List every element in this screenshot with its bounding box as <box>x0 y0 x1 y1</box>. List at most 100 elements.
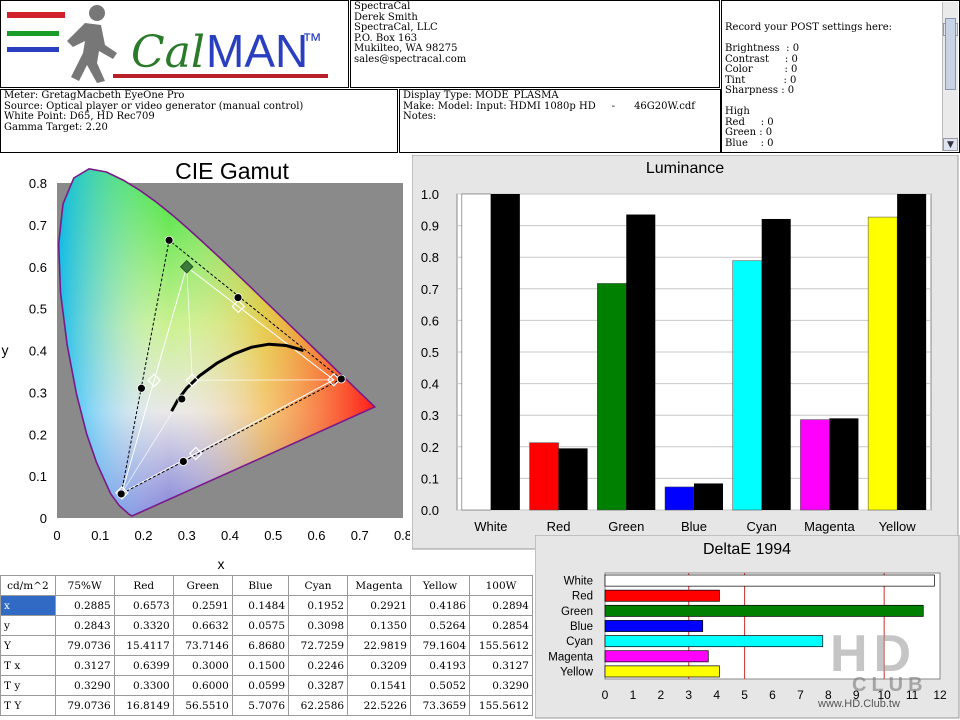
cie-measured-marker-red <box>336 374 346 384</box>
cie-x-tick-label: 0.7 <box>351 528 369 543</box>
table-cell[interactable]: 6.8680 <box>231 635 290 656</box>
cie-x-tick-label: 0.8 <box>394 528 410 543</box>
luminance-y-tick-label: 1.0 <box>421 187 439 202</box>
luminance-y-tick-label: 0.6 <box>421 313 439 328</box>
cie-measured-marker-cyan <box>137 383 146 393</box>
table-row: T Y 79.0736 16.8149 56.5510 5.7076 62.2586 22.… <box>0 695 533 716</box>
post-setting-line: Sharpness : 0 <box>725 85 795 96</box>
post-setting-line: Brightness : 0 <box>725 43 800 54</box>
table-cell[interactable]: 155.5612 <box>469 695 533 716</box>
cie-measured-marker-yellow <box>233 293 243 302</box>
table-cell[interactable]: 22.9819 <box>347 635 411 656</box>
deltae-x-tick-label: 5 <box>741 688 748 702</box>
table-cell[interactable]: 0.2246 <box>288 655 349 676</box>
table-cell[interactable]: 0.1484 <box>231 595 290 616</box>
logo-tm-text: ™ <box>302 30 322 52</box>
table-cell[interactable]: 0.3127 <box>469 655 533 676</box>
calman-logo: Cal MAN ™ <box>7 5 328 83</box>
table-cell[interactable]: 72.7259 <box>288 635 349 656</box>
table-cell[interactable]: 16.8149 <box>113 695 174 716</box>
table-cell[interactable]: 0.1952 <box>288 595 349 616</box>
table-cell[interactable]: T x <box>0 655 56 676</box>
cie-measured-marker-green <box>164 235 174 245</box>
table-row: x 0.2885 0.6573 0.2591 0.1484 0.1952 0.2921 0.4… <box>0 595 533 616</box>
deltae-x-tick-label: 3 <box>685 688 692 702</box>
table-cell[interactable]: 0.4193 <box>409 655 471 676</box>
table-cell[interactable]: 0.6000 <box>172 675 233 696</box>
table-header-cell: cd/m^2 <box>0 575 56 596</box>
table-header-cell: 100W <box>469 575 533 596</box>
table-cell[interactable]: 0.2885 <box>54 595 115 616</box>
deltae-y-tick-label: White <box>564 576 593 588</box>
table-cell[interactable]: 0.0599 <box>231 675 290 696</box>
deltae-title: DeltaE 1994 <box>703 541 791 558</box>
table-cell[interactable]: 0.1541 <box>347 675 411 696</box>
deltae-y-tick-label: Green <box>561 606 593 618</box>
table-cell[interactable]: 0.3098 <box>288 615 349 636</box>
luminance-y-tick-label: 0.8 <box>421 250 439 265</box>
deltae-y-tick-label: Red <box>572 591 593 603</box>
table-cell[interactable]: 0.3000 <box>172 655 233 676</box>
table-cell[interactable]: 0.6573 <box>113 595 174 616</box>
deltae-x-tick-label: 12 <box>933 688 947 702</box>
display-info: Display Type: MODE_PLASMA Make: Model: In… <box>399 89 721 153</box>
table-cell[interactable]: 0.3287 <box>288 675 349 696</box>
table-cell[interactable]: 0.6632 <box>172 615 233 636</box>
table-cell[interactable]: 0.2894 <box>469 595 533 616</box>
luminance-bar-measured-blue <box>664 486 695 511</box>
table-cell[interactable]: 0.3209 <box>347 655 411 676</box>
luminance-bar-reference-white <box>490 194 520 510</box>
deltae-y-tick-label: Magenta <box>548 651 593 663</box>
cie-y-tick-label: 0.4 <box>29 344 47 359</box>
post-setting-line: High <box>725 106 750 117</box>
deltae-x-tick-label: 2 <box>657 688 664 702</box>
table-cell[interactable]: 0.2854 <box>469 615 533 636</box>
table-cell[interactable]: 62.2586 <box>288 695 349 716</box>
luminance-bar-measured-red <box>529 442 559 511</box>
scroll-thumb[interactable] <box>945 18 956 90</box>
table-cell[interactable]: 0.4186 <box>409 595 471 616</box>
table-cell[interactable]: 0.5264 <box>409 615 471 636</box>
display-line: Display Type: MODE_PLASMA <box>403 90 559 101</box>
table-cell[interactable]: 0.2921 <box>347 595 411 616</box>
table-cell[interactable]: 56.5510 <box>172 695 233 716</box>
table-cell[interactable]: 0.0575 <box>231 615 290 636</box>
post-settings-panel[interactable]: ▲ ▼ Record your POST settings here: Brig… <box>721 0 960 153</box>
table-cell[interactable]: T y <box>0 675 56 696</box>
table-cell[interactable]: T Y <box>0 695 56 716</box>
table-cell[interactable]: 0.1500 <box>231 655 290 676</box>
post-scrollbar[interactable]: ▲ ▼ <box>942 2 958 151</box>
table-cell[interactable]: 79.1604 <box>409 635 471 656</box>
table-cell[interactable]: 0.6399 <box>113 655 174 676</box>
table-selected-cell[interactable]: x <box>0 595 56 616</box>
table-cell[interactable]: 22.5226 <box>347 695 411 716</box>
table-cell[interactable]: 0.5052 <box>409 675 471 696</box>
table-cell[interactable]: 0.3127 <box>54 655 115 676</box>
table-cell[interactable]: 79.0736 <box>54 635 115 656</box>
table-cell[interactable]: 79.0736 <box>54 695 115 716</box>
luminance-bar-reference-magenta <box>829 418 859 510</box>
logo-green-stripe <box>7 31 59 36</box>
table-cell[interactable]: 15.4117 <box>113 635 174 656</box>
cie-y-tick-label: 0.7 <box>29 218 47 233</box>
table-cell[interactable]: 73.7146 <box>172 635 233 656</box>
luminance-x-tick-label: Blue <box>681 519 707 534</box>
table-cell[interactable]: 0.3290 <box>54 675 115 696</box>
table-cell[interactable]: Y <box>0 635 56 656</box>
table-cell[interactable]: 0.1350 <box>347 615 411 636</box>
table-cell[interactable]: y <box>0 615 56 636</box>
table-cell[interactable]: 0.3320 <box>113 615 174 636</box>
luminance-bar-measured-green <box>597 283 627 511</box>
scroll-down-arrow-icon[interactable]: ▼ <box>943 138 958 151</box>
table-cell[interactable]: 0.2591 <box>172 595 233 616</box>
luminance-x-tick-label: Yellow <box>879 519 917 534</box>
table-cell[interactable]: 73.3659 <box>409 695 471 716</box>
table-cell[interactable]: 5.7076 <box>231 695 290 716</box>
deltae-y-tick-label: Yellow <box>560 666 594 678</box>
table-cell[interactable]: 155.5612 <box>469 635 533 656</box>
cie-gamut-chart: CIE Gamut 0 0.1 0.2 0.3 0.4 0.5 0.6 0.7 0.8 0 0.1 0.… <box>2 158 411 572</box>
table-cell[interactable]: 0.3290 <box>469 675 533 696</box>
table-cell[interactable]: 0.2843 <box>54 615 115 636</box>
logo-cal-text: Cal <box>131 27 205 78</box>
table-cell[interactable]: 0.3300 <box>113 675 174 696</box>
